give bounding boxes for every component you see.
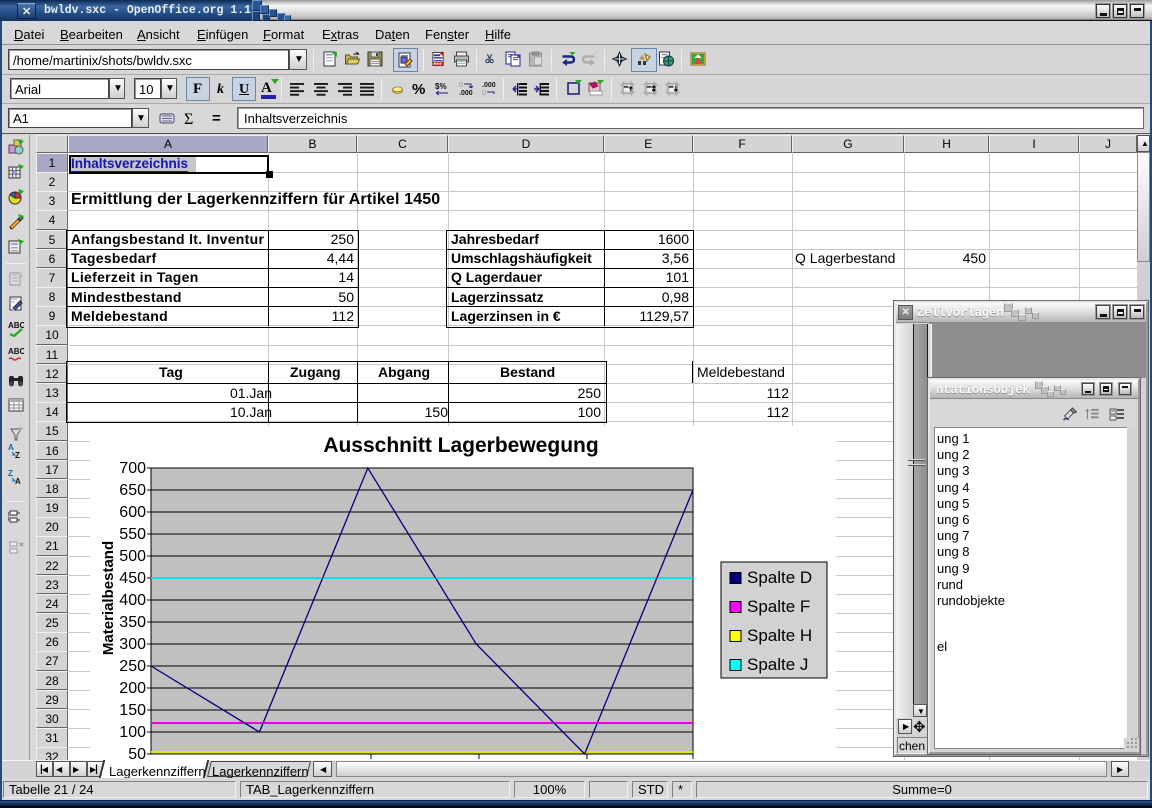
svg-text:500: 500 <box>119 548 146 565</box>
svg-text:.000: .000 <box>459 90 473 96</box>
svg-text:Spalte F: Spalte F <box>747 597 810 616</box>
svg-text:.000: .000 <box>482 82 496 89</box>
svg-text:350: 350 <box>119 614 146 631</box>
svg-text:Ausschnitt Lagerbewegung: Ausschnitt Lagerbewegung <box>323 434 598 457</box>
svg-text:Spalte H: Spalte H <box>747 626 812 645</box>
svg-text:Z: Z <box>8 469 13 478</box>
svg-text:$%: $% <box>435 82 447 91</box>
svg-text:600: 600 <box>119 504 146 521</box>
svg-text:650: 650 <box>119 482 146 499</box>
svg-text:700: 700 <box>119 460 146 477</box>
svg-text:0: 0 <box>459 82 463 89</box>
svg-text:A: A <box>8 443 14 452</box>
svg-text:100: 100 <box>119 724 146 741</box>
svg-text:300: 300 <box>119 636 146 653</box>
svg-text:200: 200 <box>119 680 146 697</box>
svg-text:A: A <box>15 477 21 485</box>
svg-text:Materialbestand: Materialbestand <box>100 541 117 655</box>
svg-text:0: 0 <box>482 90 486 96</box>
svg-text:50: 50 <box>128 746 146 760</box>
svg-text:ABC: ABC <box>8 347 24 356</box>
svg-text:550: 550 <box>119 526 146 543</box>
svg-text:Z: Z <box>15 451 20 459</box>
svg-text:Spalte D: Spalte D <box>747 568 812 587</box>
svg-text:400: 400 <box>119 592 146 609</box>
svg-text:150: 150 <box>119 702 146 719</box>
svg-text:250: 250 <box>119 658 146 675</box>
svg-text:Spalte J: Spalte J <box>747 655 808 674</box>
svg-text:450: 450 <box>119 570 146 587</box>
